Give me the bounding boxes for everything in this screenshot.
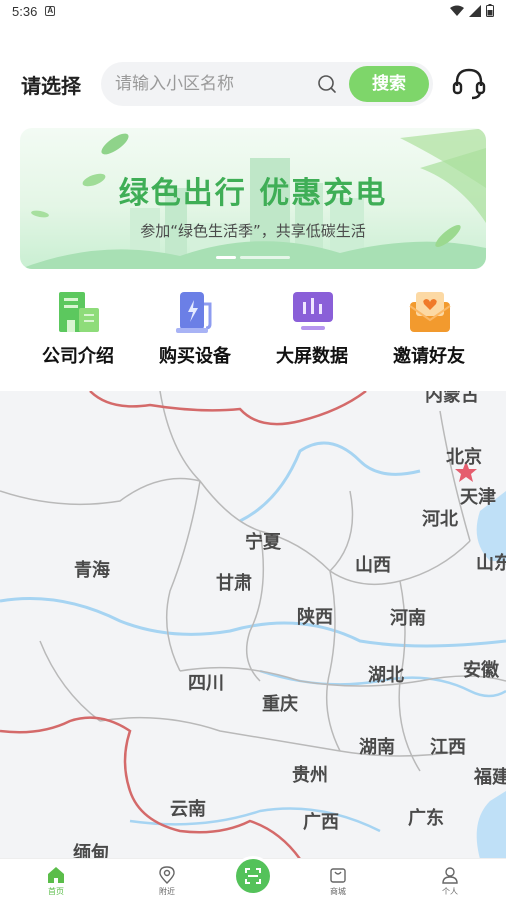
region-select[interactable]: 请选择 bbox=[21, 70, 81, 99]
quick-item-screen-data[interactable]: 大屏数据 bbox=[257, 288, 367, 378]
map-label: 宁夏 bbox=[245, 532, 281, 553]
map-label: 天津 bbox=[460, 487, 496, 508]
map-label: 广西 bbox=[303, 812, 339, 833]
map-label: 山东 bbox=[476, 553, 506, 574]
map-label: 重庆 bbox=[262, 694, 298, 715]
bottom-nav: 首页 附近 商城 个人 bbox=[0, 858, 506, 901]
nav-nearby[interactable]: 附近 bbox=[137, 859, 197, 901]
user-icon bbox=[442, 867, 458, 884]
search-icon[interactable] bbox=[317, 74, 337, 94]
nav-shop[interactable]: 商城 bbox=[308, 859, 368, 901]
map-label: 河南 bbox=[390, 608, 426, 629]
map-label: 陕西 bbox=[297, 607, 333, 628]
quick-item-invite[interactable]: 邀请好友 bbox=[374, 288, 484, 378]
search-button[interactable]: 搜索 bbox=[349, 66, 429, 102]
quick-menu: 公司介绍 购买设备 大屏数据 邀请好友 bbox=[0, 288, 506, 378]
scan-icon bbox=[245, 868, 261, 884]
banner-pagination bbox=[216, 256, 290, 259]
quick-item-label: 购买设备 bbox=[159, 346, 231, 367]
building-icon bbox=[59, 292, 99, 332]
search-input[interactable] bbox=[115, 62, 315, 106]
shop-icon bbox=[330, 868, 346, 883]
battery-icon bbox=[486, 4, 494, 17]
map-label: 广东 bbox=[408, 808, 444, 829]
map-label: 福建 bbox=[474, 767, 506, 788]
header: 请选择 搜索 bbox=[0, 60, 506, 108]
notification-icon: A bbox=[45, 6, 56, 16]
pagination-dot bbox=[240, 256, 290, 259]
status-time: 5:36 bbox=[12, 3, 38, 19]
map-label: 北京 bbox=[446, 447, 482, 468]
scan-button[interactable] bbox=[236, 859, 270, 893]
search-box: 搜索 bbox=[101, 62, 433, 106]
map-label: 云南 bbox=[170, 799, 206, 820]
home-icon bbox=[48, 867, 64, 883]
banner-title: 绿色出行 优惠充电 bbox=[118, 176, 388, 211]
nav-label: 商城 bbox=[330, 887, 346, 896]
quick-item-company[interactable]: 公司介绍 bbox=[23, 288, 133, 378]
nav-home[interactable]: 首页 bbox=[26, 859, 86, 901]
map-label: 贵州 bbox=[292, 765, 328, 786]
map-label: 甘肃 bbox=[216, 573, 252, 594]
nav-profile[interactable]: 个人 bbox=[420, 859, 480, 901]
map-label: 江西 bbox=[430, 737, 466, 758]
screen-data-icon bbox=[293, 292, 333, 330]
map-label: 青海 bbox=[74, 560, 110, 581]
map-label: 四川 bbox=[188, 673, 224, 694]
location-icon bbox=[159, 866, 175, 884]
map-view[interactable]: 内蒙古 北京 天津 河北 宁夏 山西 山东 青海 甘肃 陕西 河南 湖北 安徽 … bbox=[0, 391, 506, 859]
invite-icon bbox=[409, 292, 451, 332]
quick-item-buy-device[interactable]: 购买设备 bbox=[140, 288, 250, 378]
pagination-dot-active bbox=[216, 256, 236, 259]
quick-item-label: 公司介绍 bbox=[42, 346, 114, 367]
wifi-icon bbox=[450, 5, 464, 16]
map-label: 湖北 bbox=[368, 665, 404, 686]
banner-subtitle: 参加“绿色生活季”，共享低碳生活 bbox=[140, 222, 366, 240]
nav-label: 附近 bbox=[159, 887, 175, 896]
map-label: 湖南 bbox=[359, 737, 395, 758]
signal-icon bbox=[469, 4, 481, 17]
map-label: 缅甸 bbox=[73, 843, 109, 859]
status-icons bbox=[450, 4, 494, 17]
quick-item-label: 邀请好友 bbox=[393, 346, 465, 367]
charger-icon bbox=[176, 292, 212, 333]
map-label: 安徽 bbox=[463, 660, 499, 681]
map-label: 内蒙古 bbox=[425, 391, 479, 406]
quick-item-label: 大屏数据 bbox=[276, 346, 348, 367]
map-boundaries bbox=[0, 391, 506, 859]
status-bar: 5:36 A bbox=[0, 0, 506, 22]
promo-banner[interactable]: 绿色出行 优惠充电 参加“绿色生活季”，共享低碳生活 bbox=[20, 128, 486, 269]
nav-label: 个人 bbox=[442, 887, 458, 896]
map-label: 河北 bbox=[422, 509, 458, 530]
headset-icon[interactable] bbox=[451, 66, 487, 102]
map-label: 山西 bbox=[355, 555, 391, 576]
nav-label: 首页 bbox=[48, 887, 64, 896]
